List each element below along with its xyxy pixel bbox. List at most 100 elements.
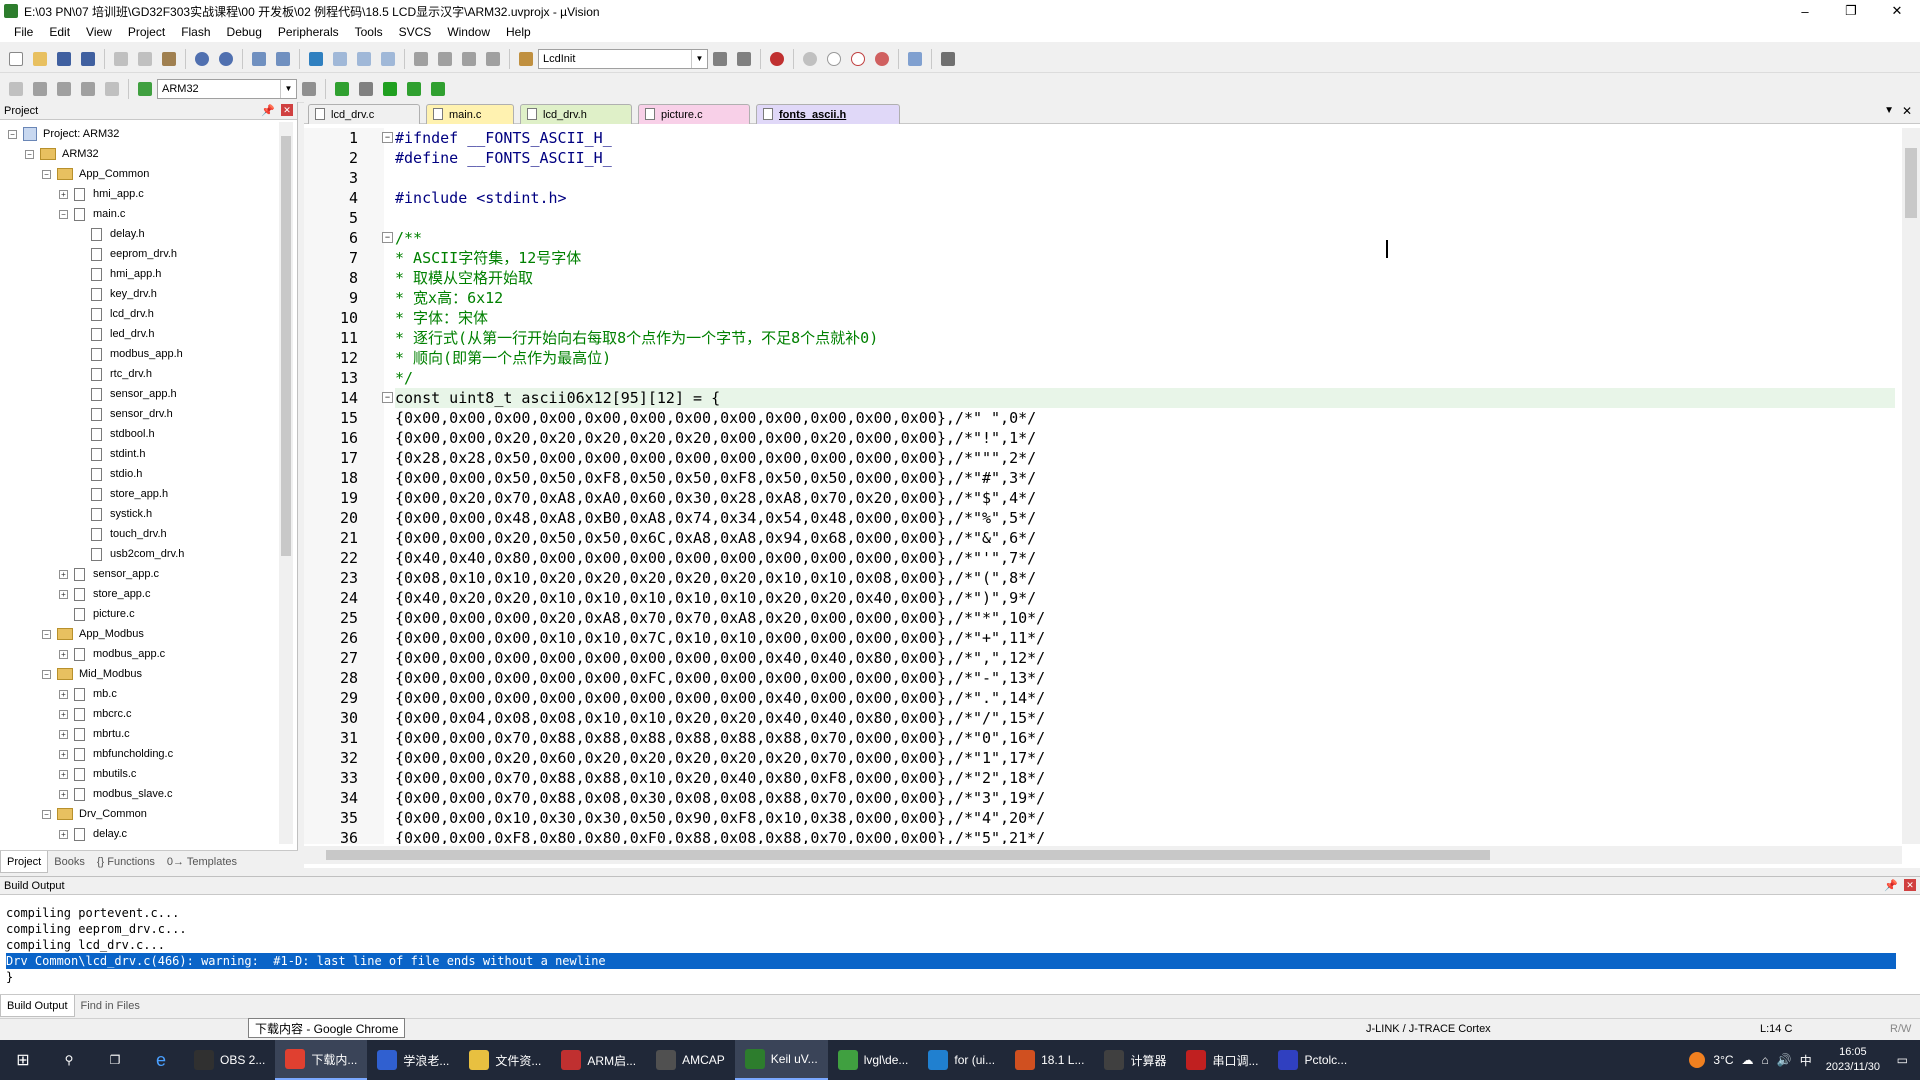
menu-item-help[interactable]: Help xyxy=(498,25,539,39)
tree-scrollbar[interactable] xyxy=(279,122,293,844)
expand-icon[interactable]: + xyxy=(59,789,68,799)
debug-session-icon[interactable] xyxy=(766,48,788,70)
weather-temp[interactable]: 3°C xyxy=(1713,1053,1733,1067)
fold-toggle-icon[interactable]: − xyxy=(382,132,393,143)
fold-toggle-icon[interactable]: − xyxy=(382,232,393,243)
function-combo[interactable]: LcdInit ▼ xyxy=(538,48,708,69)
paste-icon[interactable] xyxy=(158,48,180,70)
tree-item[interactable]: touch_drv.h xyxy=(0,524,167,544)
tree-item[interactable]: stdbool.h xyxy=(0,424,155,444)
tree-item[interactable]: + mbrtu.c xyxy=(0,724,130,744)
copy-icon[interactable] xyxy=(134,48,156,70)
taskbar-app[interactable]: Pctolc... xyxy=(1268,1040,1357,1080)
tree-item[interactable]: + mbfuncholding.c xyxy=(0,744,173,764)
tree-item[interactable]: eeprom_drv.h xyxy=(0,244,177,264)
menu-item-debug[interactable]: Debug xyxy=(219,25,270,39)
file-tab[interactable]: fonts_ascii.h xyxy=(756,104,900,124)
find-in-files-icon[interactable] xyxy=(515,48,537,70)
batch-build-icon[interactable] xyxy=(77,78,99,100)
expand-icon[interactable]: + xyxy=(59,729,68,739)
menu-item-file[interactable]: File xyxy=(6,25,41,39)
pack-installer-icon[interactable] xyxy=(403,78,425,100)
menu-item-tools[interactable]: Tools xyxy=(347,25,391,39)
project-tab-2[interactable]: {} Functions xyxy=(91,851,161,873)
taskbar-app[interactable]: lvgl\de... xyxy=(828,1040,919,1080)
build-output-text[interactable]: compiling portevent.c... compiling eeprom… xyxy=(6,905,1896,985)
tab-list-chevron-icon[interactable]: ▼ xyxy=(1884,105,1894,116)
taskbar-app[interactable]: 下载内... xyxy=(275,1040,368,1080)
tree-item[interactable]: stdio.h xyxy=(0,464,142,484)
expand-icon[interactable]: + xyxy=(59,569,68,579)
configure-icon[interactable] xyxy=(937,48,959,70)
tree-item[interactable]: + store_app.c xyxy=(0,584,150,604)
taskbar-app[interactable]: 文件资... xyxy=(459,1040,551,1080)
project-tab-1[interactable]: Books xyxy=(48,851,91,873)
rebuild-icon[interactable] xyxy=(53,78,75,100)
menu-item-view[interactable]: View xyxy=(78,25,120,39)
weather-icon[interactable] xyxy=(1689,1052,1706,1068)
tree-item[interactable]: + mb.c xyxy=(0,684,117,704)
tree-item[interactable]: stdint.h xyxy=(0,444,145,464)
uncomment-icon[interactable] xyxy=(482,48,504,70)
collapse-icon[interactable]: − xyxy=(8,129,17,139)
collapse-icon[interactable]: − xyxy=(59,209,68,219)
onedrive-icon[interactable]: ☁ xyxy=(1742,1053,1754,1067)
tree-item[interactable]: + modbus_app.c xyxy=(0,644,165,664)
tree-item[interactable]: store_app.h xyxy=(0,484,168,504)
menu-item-flash[interactable]: Flash xyxy=(173,25,218,39)
taskbar-app[interactable]: 学浪老... xyxy=(367,1040,459,1080)
search-icon[interactable]: ⚲ xyxy=(46,1040,92,1080)
collapse-icon[interactable]: − xyxy=(25,149,34,159)
tree-item[interactable]: − main.c xyxy=(0,204,125,224)
tree-item[interactable]: hmi_app.h xyxy=(0,264,161,284)
redo-icon[interactable] xyxy=(215,48,237,70)
menu-item-edit[interactable]: Edit xyxy=(41,25,78,39)
minimize-button[interactable]: – xyxy=(1782,0,1828,22)
breakpoint-enable-icon[interactable] xyxy=(823,48,845,70)
target-combo[interactable]: ARM32 ▼ xyxy=(157,78,297,99)
taskbar-app[interactable]: ARM启... xyxy=(551,1040,646,1080)
clock[interactable]: 16:05 2023/11/30 xyxy=(1826,1045,1880,1075)
volume-icon[interactable]: 🔊 xyxy=(1777,1053,1792,1067)
tree-item[interactable]: rtc_drv.h xyxy=(0,364,152,384)
tree-item[interactable]: systick.h xyxy=(0,504,152,524)
breakpoint-kill-icon[interactable] xyxy=(871,48,893,70)
chevron-down-icon[interactable]: ▼ xyxy=(691,49,707,68)
bookmark-clear-icon[interactable] xyxy=(377,48,399,70)
file-tab[interactable]: lcd_drv.c xyxy=(308,104,420,124)
incremental-find-icon[interactable] xyxy=(709,48,731,70)
nav-back-icon[interactable] xyxy=(248,48,270,70)
unindent-icon[interactable] xyxy=(434,48,456,70)
tree-item[interactable]: picture.c xyxy=(0,604,135,624)
tree-item[interactable]: key_drv.h xyxy=(0,284,157,304)
close-icon[interactable]: ✕ xyxy=(1904,879,1916,891)
editor-vertical-scrollbar[interactable] xyxy=(1902,128,1920,844)
file-extensions-icon[interactable] xyxy=(331,78,353,100)
menu-item-window[interactable]: Window xyxy=(439,25,498,39)
start-button[interactable]: ⊞ xyxy=(0,1040,46,1080)
run-time-environment-icon[interactable] xyxy=(379,78,401,100)
breakpoint-icon[interactable] xyxy=(799,48,821,70)
target-options-icon[interactable] xyxy=(298,78,320,100)
collapse-icon[interactable]: − xyxy=(42,169,51,179)
tree-item[interactable]: lcd_drv.h xyxy=(0,304,154,324)
pin-icon[interactable]: 📌 xyxy=(261,104,275,117)
open-file-icon[interactable] xyxy=(29,48,51,70)
stop-build-icon[interactable] xyxy=(101,78,123,100)
tree-item[interactable]: + mbcrc.c xyxy=(0,704,132,724)
tree-item[interactable]: + delay.c xyxy=(0,824,127,844)
select-software-packs-icon[interactable] xyxy=(427,78,449,100)
build-tab-1[interactable]: Find in Files xyxy=(75,995,146,1017)
pin-icon[interactable]: 📌 xyxy=(1884,879,1898,892)
editor-horizontal-scrollbar[interactable] xyxy=(304,846,1902,864)
new-file-icon[interactable] xyxy=(5,48,27,70)
file-tab[interactable]: picture.c xyxy=(638,104,750,124)
cut-icon[interactable] xyxy=(110,48,132,70)
maximize-button[interactable]: ❐ xyxy=(1828,0,1874,22)
bookmark-next-icon[interactable] xyxy=(353,48,375,70)
find-icon[interactable] xyxy=(733,48,755,70)
expand-icon[interactable]: + xyxy=(59,589,68,599)
taskbar-app[interactable]: AMCAP xyxy=(646,1040,735,1080)
tree-item[interactable]: sensor_drv.h xyxy=(0,404,173,424)
ime-indicator[interactable]: 中 xyxy=(1800,1052,1812,1069)
